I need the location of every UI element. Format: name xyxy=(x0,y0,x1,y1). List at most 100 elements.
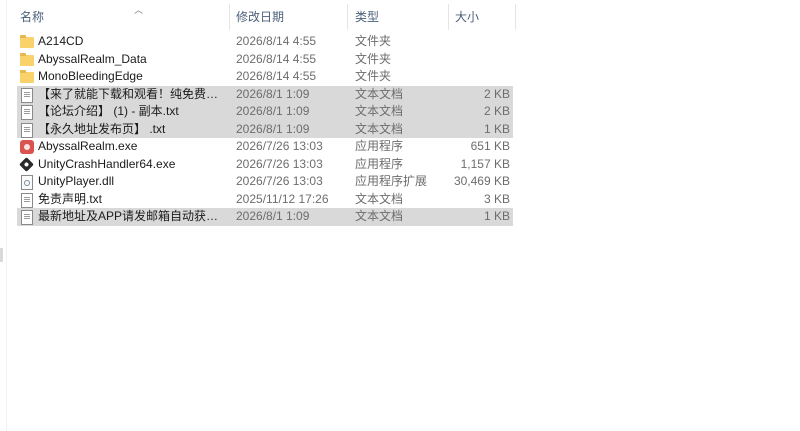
column-header-name[interactable]: 名称 ︿ xyxy=(14,4,230,30)
file-modified-date: 2026/8/14 4:55 xyxy=(236,69,317,83)
column-header-name-label: 名称 xyxy=(20,10,45,24)
column-header-size[interactable]: 大小 xyxy=(449,4,516,30)
file-name-cell[interactable]: AbyssalRealm_Data xyxy=(17,51,227,69)
file-name: A214CD xyxy=(38,34,84,48)
file-size xyxy=(447,68,510,86)
file-name: MonoBleedingEdge xyxy=(38,69,143,83)
file-name: 最新地址及APP请发邮箱自动获取！！！... xyxy=(38,209,227,223)
file-row[interactable]: 【来了就能下载和观看！纯免费！】 - 副... 2026/8/1 1:09 文本文档… xyxy=(17,85,513,104)
file-name: 【永久地址发布页】 .txt xyxy=(38,121,166,136)
file-name-cell[interactable]: MonoBleedingEdge xyxy=(17,68,227,86)
file-modified-date: 2026/8/14 4:55 xyxy=(236,51,317,66)
text-file-icon-shape xyxy=(21,192,33,208)
file-name-cell[interactable]: 【论坛介绍】 (1) - 副本.txt xyxy=(17,103,227,121)
file-name: AbyssalRealm.exe xyxy=(38,139,138,153)
file-size: 2 KB xyxy=(483,104,510,118)
file-name-cell[interactable]: UnityPlayer.dll xyxy=(17,173,227,191)
file-size: 1 KB xyxy=(483,209,510,223)
file-name-cell[interactable]: 【永久地址发布页】 .txt xyxy=(17,121,227,139)
navigation-pane-edge xyxy=(0,0,7,431)
pane-resize-grip[interactable] xyxy=(0,248,3,262)
column-header-type-label: 类型 xyxy=(355,10,380,24)
file-size: 2 KB xyxy=(483,86,510,101)
file-type: 文本文档 xyxy=(355,104,404,118)
file-name-cell[interactable]: 免责声明.txt xyxy=(17,191,227,209)
folder-icon-shape xyxy=(20,70,34,83)
file-row[interactable]: 【永久地址发布页】 .txt 2026/8/1 1:09 文本文档 1 KB xyxy=(17,120,513,139)
file-modified-date: 2026/8/14 4:55 xyxy=(236,34,317,48)
app-exe-icon xyxy=(20,140,34,154)
file-modified-date: 2026/8/1 1:09 xyxy=(236,121,310,136)
text-file-icon-shape xyxy=(21,122,33,138)
file-row[interactable]: 【论坛介绍】 (1) - 副本.txt 2026/8/1 1:09 文本文档 2 KB xyxy=(17,103,513,121)
column-header-type[interactable]: 类型 xyxy=(349,4,449,30)
file-row[interactable]: AbyssalRealm.exe 2026/7/26 13:03 应用程序 651 K… xyxy=(17,138,513,156)
file-type: 文本文档 xyxy=(355,191,404,206)
unity-icon xyxy=(19,156,34,172)
file-size: 1 KB xyxy=(483,121,510,136)
file-size: 3 KB xyxy=(483,191,510,206)
file-modified-date: 2025/11/12 17:26 xyxy=(236,191,329,206)
folder-icon xyxy=(20,70,34,84)
file-row[interactable]: AbyssalRealm_Data 2026/8/14 4:55 文件夹 xyxy=(17,51,513,69)
file-row[interactable]: 免责声明.txt 2025/11/12 17:26 文本文档 3 KB xyxy=(17,191,513,209)
file-name: UnityPlayer.dll xyxy=(38,174,115,188)
text-file-icon-shape xyxy=(21,210,33,225)
file-name-cell[interactable]: AbyssalRealm.exe xyxy=(17,138,227,156)
folder-icon-shape xyxy=(20,35,34,48)
text-file-icon-shape xyxy=(21,87,33,103)
file-name: 【论坛介绍】 (1) - 副本.txt xyxy=(38,104,179,118)
text-file-icon xyxy=(20,122,34,138)
file-modified-date: 2026/8/1 1:09 xyxy=(236,86,310,101)
file-name-cell[interactable]: 最新地址及APP请发邮箱自动获取！！！... xyxy=(17,208,227,226)
file-size: 1,157 KB xyxy=(460,156,510,171)
file-type: 文件夹 xyxy=(355,51,392,66)
text-file-icon-shape xyxy=(21,105,33,120)
file-type: 文件夹 xyxy=(355,34,392,48)
dll-icon-shape xyxy=(21,175,33,190)
file-row[interactable]: UnityPlayer.dll 2026/7/26 13:03 应用程序扩展 30,4… xyxy=(17,173,513,191)
text-file-icon xyxy=(20,105,34,120)
column-header-size-label: 大小 xyxy=(455,10,480,24)
file-type: 应用程序 xyxy=(355,139,404,153)
file-size: 30,469 KB xyxy=(453,174,510,188)
file-size: 651 KB xyxy=(470,139,510,153)
column-header-date-label: 修改日期 xyxy=(236,10,285,24)
text-file-icon xyxy=(20,210,34,225)
file-row[interactable]: UnityCrashHandler64.exe 2026/7/26 13:03 应用… xyxy=(17,156,513,174)
text-file-icon xyxy=(20,192,34,208)
file-row[interactable]: 最新地址及APP请发邮箱自动获取！！！... 2026/8/1 1:09 文本文档 1… xyxy=(17,208,513,226)
text-file-icon xyxy=(20,87,34,103)
file-list: A214CD 2026/8/14 4:55 文件夹 AbyssalRealm_Data… xyxy=(17,33,513,226)
file-name-cell[interactable]: UnityCrashHandler64.exe xyxy=(17,156,227,174)
file-type: 文本文档 xyxy=(355,121,404,136)
file-modified-date: 2026/7/26 13:03 xyxy=(236,174,323,188)
file-size xyxy=(447,33,510,51)
file-name: 免责声明.txt xyxy=(38,191,103,206)
file-modified-date: 2026/7/26 13:03 xyxy=(236,139,323,153)
file-size xyxy=(447,51,510,69)
sort-ascending-icon: ︿ xyxy=(134,5,144,15)
file-type: 文本文档 xyxy=(355,86,404,101)
folder-icon xyxy=(20,35,34,49)
column-header-row: 名称 ︿ 修改日期 类型 大小 xyxy=(0,4,520,30)
file-type: 文件夹 xyxy=(355,69,392,83)
file-type: 应用程序扩展 xyxy=(355,174,428,188)
file-modified-date: 2026/8/1 1:09 xyxy=(236,104,310,118)
folder-icon xyxy=(20,52,34,67)
file-modified-date: 2026/8/1 1:09 xyxy=(236,209,310,223)
column-header-date[interactable]: 修改日期 xyxy=(230,4,348,30)
file-row[interactable]: MonoBleedingEdge 2026/8/14 4:55 文件夹 xyxy=(17,68,513,86)
app-exe-icon-shape xyxy=(20,140,34,154)
file-name: 【来了就能下载和观看！纯免费！】 - 副... xyxy=(38,86,227,101)
file-type: 应用程序 xyxy=(355,156,404,171)
folder-icon-shape xyxy=(20,52,34,66)
file-name-cell[interactable]: 【来了就能下载和观看！纯免费！】 - 副... xyxy=(17,86,227,104)
unity-icon-shape xyxy=(19,156,34,172)
file-name-cell[interactable]: A214CD xyxy=(17,33,227,51)
file-name: UnityCrashHandler64.exe xyxy=(38,156,176,171)
file-modified-date: 2026/7/26 13:03 xyxy=(236,156,323,171)
dll-icon xyxy=(20,175,34,190)
file-name: AbyssalRealm_Data xyxy=(38,51,147,66)
file-row[interactable]: A214CD 2026/8/14 4:55 文件夹 xyxy=(17,33,513,51)
